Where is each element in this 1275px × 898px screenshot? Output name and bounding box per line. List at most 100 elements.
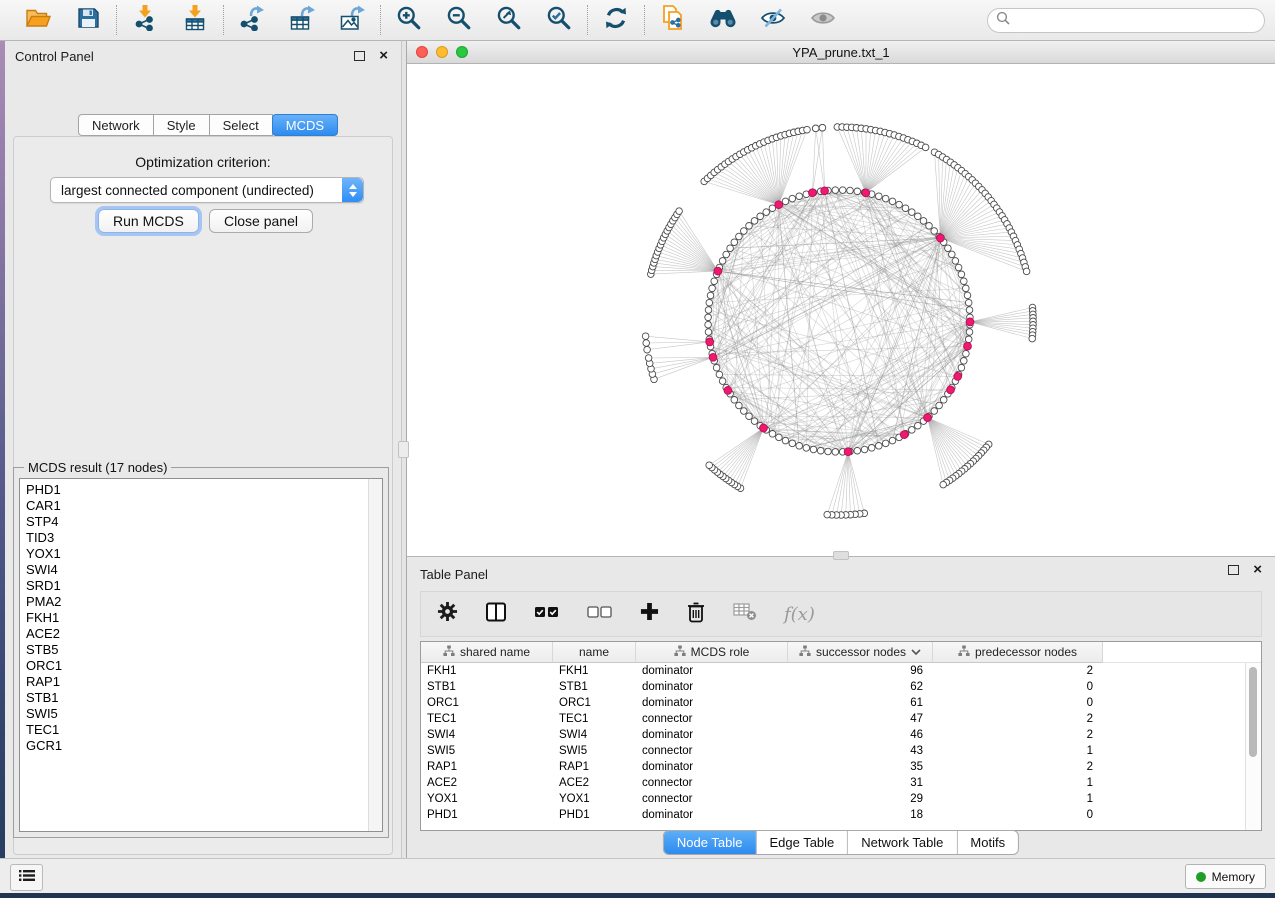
- open-file-button[interactable]: [23, 5, 53, 35]
- table-row[interactable]: YOX1YOX1connector291: [421, 791, 1246, 807]
- tab-edge-table[interactable]: Edge Table: [755, 831, 847, 854]
- attribute-type-icon: [958, 645, 970, 660]
- main-toolbar: [0, 0, 1275, 41]
- mcds-result-item[interactable]: PMA2: [20, 594, 368, 610]
- column-header-MCDS-role[interactable]: MCDS role: [636, 642, 788, 663]
- tab-style[interactable]: Style: [153, 114, 210, 136]
- hide-selected-button[interactable]: [758, 5, 788, 35]
- column-header-successor-nodes[interactable]: successor nodes: [788, 642, 933, 663]
- mcds-result-item[interactable]: ACE2: [20, 626, 368, 642]
- control-panel-close-button[interactable]: ×: [379, 51, 388, 61]
- eye-icon: [809, 6, 837, 35]
- table-cell: 0: [933, 809, 1103, 821]
- mcds-result-item[interactable]: RAP1: [20, 674, 368, 690]
- delete-table-button[interactable]: [733, 602, 757, 626]
- plus-icon: [640, 602, 659, 626]
- table-settings-button[interactable]: [437, 601, 458, 627]
- mcds-result-item[interactable]: ORC1: [20, 658, 368, 674]
- table-cell: PHD1: [421, 809, 553, 821]
- close-icon: ×: [379, 51, 388, 61]
- mcds-result-item[interactable]: SRD1: [20, 578, 368, 594]
- table-scrollbar[interactable]: [1245, 663, 1261, 830]
- zoom-out-button[interactable]: [444, 5, 474, 35]
- zoom-selected-icon: [546, 5, 572, 36]
- table-row[interactable]: TEC1TEC1connector472: [421, 711, 1246, 727]
- export-network-button[interactable]: [237, 5, 267, 35]
- export-table-icon: [288, 4, 316, 36]
- export-table-button[interactable]: [287, 5, 317, 35]
- deselect-all-button[interactable]: [587, 605, 613, 624]
- table-row[interactable]: ORC1ORC1dominator610: [421, 695, 1246, 711]
- select-all-button[interactable]: [534, 605, 560, 624]
- table-panel-float-button[interactable]: [1228, 565, 1239, 575]
- mcds-result-item[interactable]: TEC1: [20, 722, 368, 738]
- control-panel: Control Panel × NetworkStyleSelectMCDS O…: [5, 41, 401, 858]
- table-panel-close-button[interactable]: ×: [1253, 565, 1262, 575]
- table-row[interactable]: PHD1PHD1dominator180: [421, 807, 1246, 823]
- mcds-result-item[interactable]: GCR1: [20, 738, 368, 754]
- table-panel-splitter-grip[interactable]: [833, 551, 849, 560]
- close-panel-button[interactable]: Close panel: [209, 209, 313, 233]
- table-cell: ORC1: [553, 697, 636, 709]
- delete-column-button[interactable]: [686, 601, 706, 628]
- zoom-selected-button[interactable]: [544, 5, 574, 35]
- copy-network-button[interactable]: [658, 5, 688, 35]
- tab-motifs[interactable]: Motifs: [956, 831, 1018, 854]
- memory-button[interactable]: Memory: [1185, 864, 1266, 889]
- run-mcds-button[interactable]: Run MCDS: [98, 209, 199, 233]
- column-header-shared-name[interactable]: shared name: [421, 642, 553, 663]
- tab-network[interactable]: Network: [78, 114, 154, 136]
- criterion-select[interactable]: largest connected component (undirected): [50, 177, 364, 203]
- control-panel-tabs: NetworkStyleSelectMCDS: [78, 114, 338, 136]
- save-session-button[interactable]: [73, 5, 103, 35]
- table-row[interactable]: ACE2ACE2connector311: [421, 775, 1246, 791]
- first-neighbors-button[interactable]: [708, 5, 738, 35]
- show-all-button[interactable]: [808, 5, 838, 35]
- tab-mcds[interactable]: MCDS: [272, 114, 338, 136]
- table-cell: 96: [788, 665, 933, 677]
- control-panel-float-button[interactable]: [354, 51, 365, 61]
- mcds-result-item[interactable]: STB1: [20, 690, 368, 706]
- search-input[interactable]: [1015, 12, 1256, 28]
- mcds-result-item[interactable]: SWI5: [20, 706, 368, 722]
- mcds-result-item[interactable]: SWI4: [20, 562, 368, 578]
- zoom-fit-button[interactable]: [494, 5, 524, 35]
- tab-select[interactable]: Select: [209, 114, 273, 136]
- mcds-result-item[interactable]: STP4: [20, 514, 368, 530]
- tab-node-table[interactable]: Node Table: [664, 831, 756, 854]
- control-panel-title: Control Panel: [15, 49, 94, 64]
- zoom-in-button[interactable]: [394, 5, 424, 35]
- table-row[interactable]: SWI4SWI4dominator462: [421, 727, 1246, 743]
- mcds-result-scrollbar[interactable]: [368, 479, 382, 831]
- mcds-result-group: MCDS result (17 nodes) PHD1CAR1STP4TID3Y…: [13, 467, 389, 838]
- add-column-button[interactable]: [640, 602, 659, 626]
- scrollbar-thumb[interactable]: [1249, 667, 1257, 757]
- table-row[interactable]: SWI5SWI5connector431: [421, 743, 1246, 759]
- mcds-result-item[interactable]: PHD1: [20, 482, 368, 498]
- function-builder-button[interactable]: f(x): [784, 604, 815, 625]
- table-cell: 0: [933, 681, 1103, 693]
- table-row[interactable]: FKH1FKH1dominator962: [421, 663, 1246, 679]
- tab-network-table[interactable]: Network Table: [847, 831, 956, 854]
- column-header-predecessor-nodes[interactable]: predecessor nodes: [933, 642, 1103, 663]
- table-row[interactable]: RAP1RAP1dominator352: [421, 759, 1246, 775]
- import-network-button[interactable]: [130, 5, 160, 35]
- mcds-result-item[interactable]: STB5: [20, 642, 368, 658]
- task-history-button[interactable]: [10, 864, 43, 891]
- mcds-result-item[interactable]: YOX1: [20, 546, 368, 562]
- mcds-result-list[interactable]: PHD1CAR1STP4TID3YOX1SWI4SRD1PMA2FKH1ACE2…: [19, 478, 383, 832]
- splitter-grip[interactable]: [398, 441, 409, 458]
- network-canvas[interactable]: [407, 64, 1275, 556]
- refresh-view-button[interactable]: [601, 5, 631, 35]
- search-box[interactable]: [987, 8, 1265, 33]
- export-image-button[interactable]: [337, 5, 367, 35]
- mcds-result-item[interactable]: CAR1: [20, 498, 368, 514]
- mcds-result-item[interactable]: FKH1: [20, 610, 368, 626]
- mcds-result-item[interactable]: TID3: [20, 530, 368, 546]
- import-table-button[interactable]: [180, 5, 210, 35]
- table-cell: connector: [636, 745, 788, 757]
- table-row[interactable]: STB1STB1dominator620: [421, 679, 1246, 695]
- table-cell: 43: [788, 745, 933, 757]
- show-column-panel-button[interactable]: [485, 601, 507, 628]
- column-header-name[interactable]: name: [553, 642, 636, 663]
